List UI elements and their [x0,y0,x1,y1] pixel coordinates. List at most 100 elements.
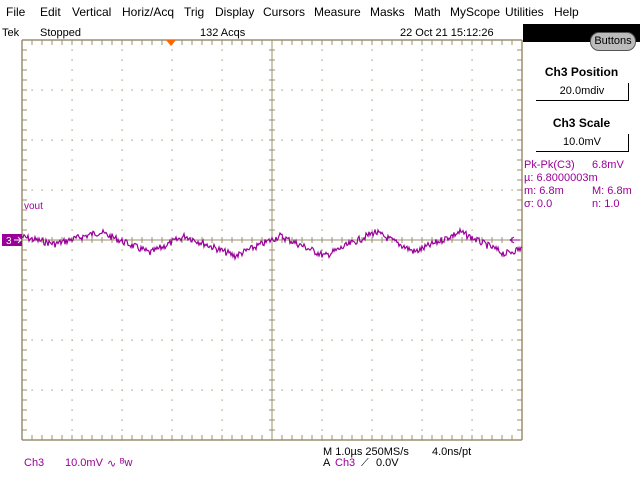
graticule-dot [421,309,423,311]
graticule-dot [371,349,373,351]
graticule-dot [221,279,223,281]
graticule-dot [221,429,223,431]
graticule-dot [381,289,383,291]
graticule-dot [171,299,173,301]
graticule-dot [501,139,503,141]
graticule-dot [271,109,273,111]
graticule-dot [321,389,323,391]
graticule-dot [291,239,293,241]
graticule-dot [201,389,203,391]
graticule-dot [241,339,243,341]
graticule-dot [271,99,273,101]
graticule-dot [401,339,403,341]
graticule-dot [121,179,123,181]
graticule-dot [461,139,463,141]
graticule-dot [71,59,73,61]
graticule-dot [151,89,153,91]
trigger-source[interactable]: Ch3 [335,457,355,469]
graticule-dot [171,69,173,71]
graticule-dot [421,429,423,431]
graticule-dot [461,189,463,191]
graticule-dot [421,389,423,391]
graticule-dot [371,279,373,281]
graticule-dot [81,189,83,191]
graticule-dot [271,49,273,51]
graticule-dot [151,339,153,341]
graticule-dot [301,289,303,291]
graticule-dot [451,289,453,291]
graticule-dot [271,369,273,371]
graticule-dot [151,139,153,141]
graticule-dot [491,339,493,341]
graticule-dot [371,59,373,61]
graticule-dot [121,99,123,101]
trigger-position-marker[interactable] [166,40,176,46]
graticule-dot [421,299,423,301]
graticule-dot [371,329,373,331]
graticule-dot [111,89,113,91]
graticule-dot [321,259,323,261]
graticule-dot [271,259,273,261]
graticule-dot [231,239,233,241]
graticule-dot [331,139,333,141]
graticule-dot [321,179,323,181]
graticule-dot [71,419,73,421]
graticule-dot [71,299,73,301]
graticule-dot [221,259,223,261]
graticule-dot [91,389,93,391]
graticule-dot [211,339,213,341]
graticule-dot [171,429,173,431]
graticule-dot [71,199,73,201]
graticule-dot [211,189,213,191]
graticule-dot [191,189,193,191]
graticule-dot [51,339,53,341]
graticule-dot [521,139,523,141]
graticule-dot [481,139,483,141]
graticule-dot [501,389,503,391]
graticule-dot [471,399,473,401]
graticule-dot [521,289,523,291]
graticule-dot [21,389,23,391]
graticule-dot [331,89,333,91]
graticule-dot [321,149,323,151]
graticule-dot [141,139,143,141]
graticule-dot [241,139,243,141]
graticule-dot [221,399,223,401]
graticule-dot [31,139,33,141]
graticule-dot [271,119,273,121]
graticule-dot [71,329,73,331]
channel-label[interactable]: Ch3 [24,457,44,469]
graticule-dot [171,149,173,151]
graticule-dot [121,369,123,371]
graticule-dot [371,89,373,91]
graticule-dot [371,289,373,291]
graticule-dot [421,239,423,241]
graticule-dot [411,339,413,341]
graticule-dot [421,399,423,401]
graticule-dot [381,339,383,341]
graticule-dot [101,339,103,341]
trigger-level[interactable]: 0.0V [376,457,399,469]
graticule-dot [221,109,223,111]
graticule-dot [101,289,103,291]
graticule-dot [171,359,173,361]
graticule-dot [311,289,313,291]
graticule-dot [271,269,273,271]
graticule-dot [321,269,323,271]
graticule-dot [471,159,473,161]
graticule-dot [161,339,163,341]
graticule-dot [251,289,253,291]
channel-scale[interactable]: 10.0mV [65,457,103,469]
graticule-dot [201,139,203,141]
graticule-dot [271,79,273,81]
graticule-dot [71,89,73,91]
graticule-dot [71,369,73,371]
graticule-dot [31,389,33,391]
graticule-dot [351,89,353,91]
graticule-dot [31,89,33,91]
graticule-dot [471,249,473,251]
graticule-dot [371,269,373,271]
graticule-dot [291,389,293,391]
graticule-dot [291,289,293,291]
graticule-dot [141,239,143,241]
